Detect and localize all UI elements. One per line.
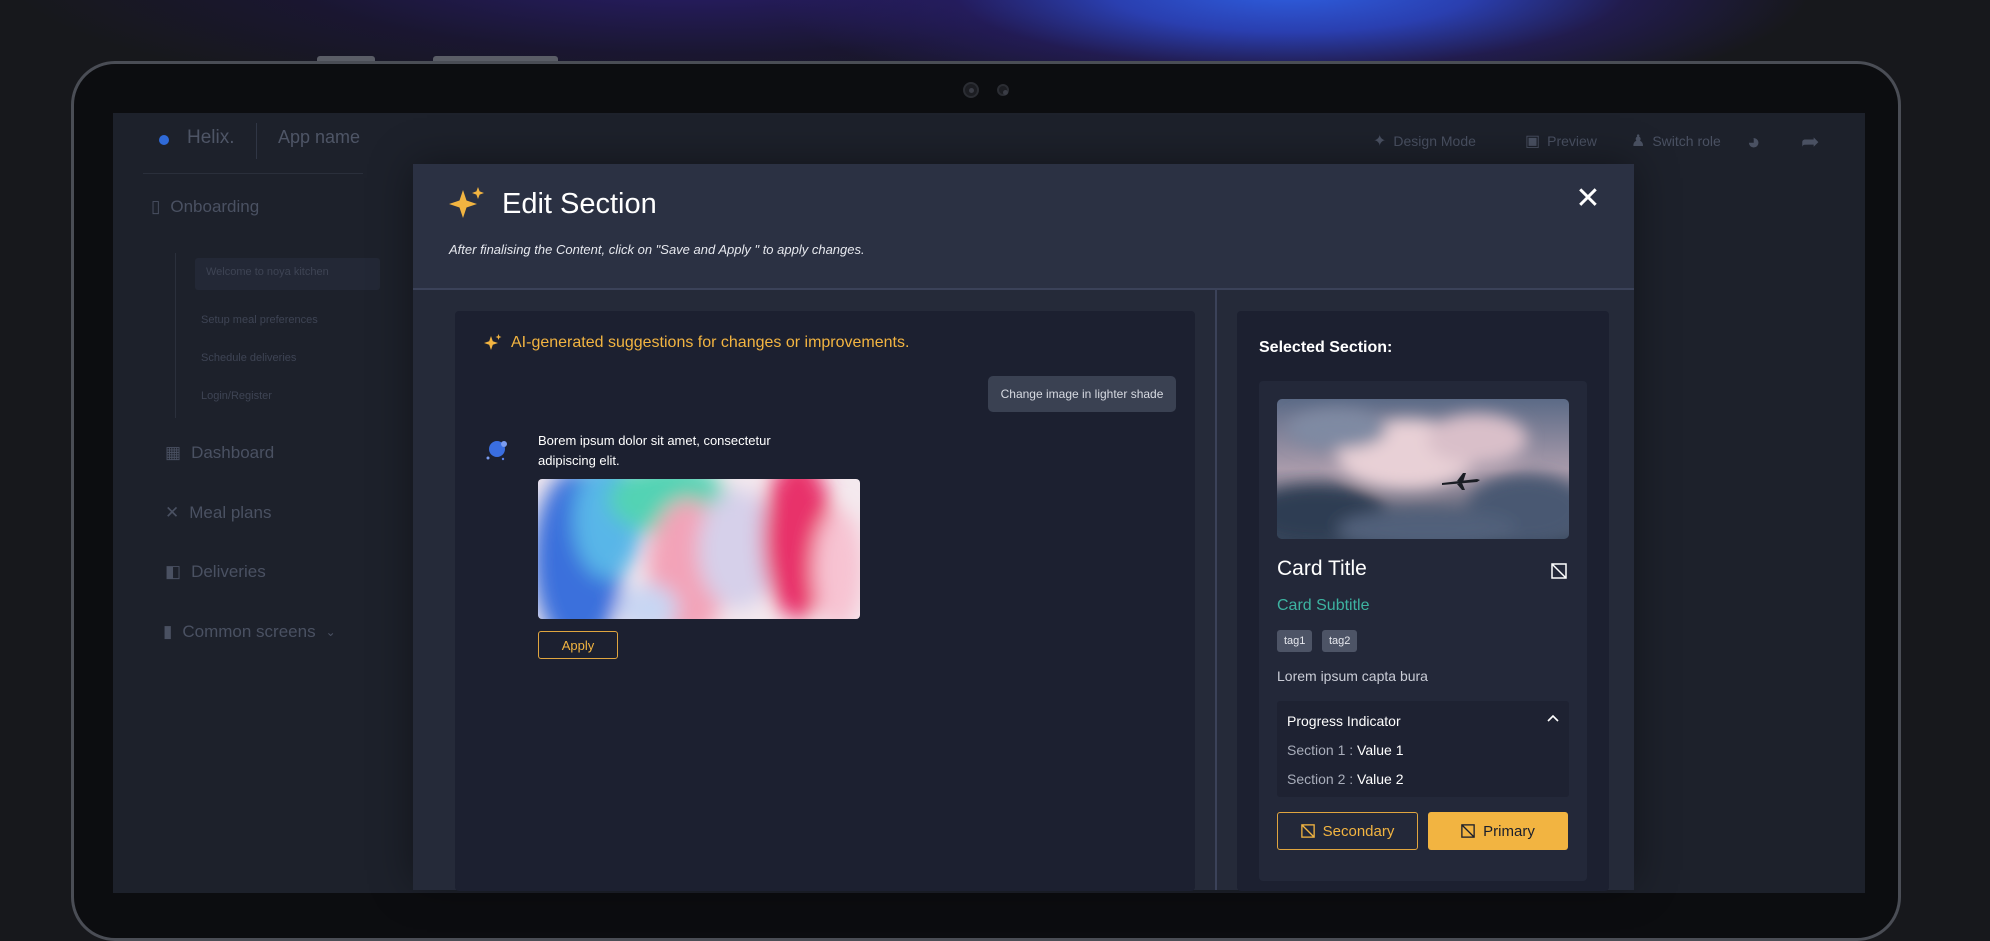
progress-row: Section 1 : Value 1 <box>1287 742 1404 758</box>
preview-card: Card Title Card Subtitle tag1 tag2 Lorem… <box>1259 381 1587 881</box>
sidebar-divider <box>143 173 363 174</box>
sidebar-subitem[interactable]: Login/Register <box>201 390 272 402</box>
progress-row-label: Section 1 : <box>1287 742 1358 758</box>
share-icon: ➦ <box>1801 129 1820 154</box>
design-mode-button[interactable]: ✦ Design Mode <box>1373 131 1476 151</box>
utensils-icon: ✕ <box>165 503 180 522</box>
page-icon: ▯ <box>151 197 161 216</box>
palette-icon: ◕ <box>1747 129 1761 154</box>
progress-row-value: Value 2 <box>1357 771 1404 787</box>
grid-icon: ▦ <box>165 443 182 462</box>
close-icon[interactable]: ✕ <box>1573 184 1603 214</box>
card-image <box>1277 399 1569 539</box>
app-name[interactable]: App name <box>278 127 360 148</box>
sparkle-icon: ✦ <box>1373 133 1387 150</box>
sidebar-item-label: Onboarding <box>170 197 260 216</box>
modal-column-divider <box>1215 290 1217 890</box>
suggestions-panel: AI-generated suggestions for changes or … <box>455 311 1195 891</box>
design-mode-label: Design Mode <box>1393 133 1476 149</box>
primary-button-label: Primary <box>1483 822 1535 840</box>
sidebar-item-label: Deliveries <box>191 562 266 581</box>
progress-indicator[interactable]: Progress Indicator Section 1 : Value 1 S… <box>1277 701 1569 797</box>
selected-section-label: Selected Section: <box>1259 339 1393 356</box>
card-body-text: Lorem ipsum capta bura <box>1277 668 1428 684</box>
apply-button[interactable]: Apply <box>538 631 618 659</box>
tag-badge: tag1 <box>1277 630 1313 652</box>
placeholder-icon <box>1461 824 1475 838</box>
sensor-icon <box>997 84 1009 96</box>
secondary-button[interactable]: Secondary <box>1277 812 1418 850</box>
sidebar-item-deliveries[interactable]: ◧ Deliveries <box>165 562 266 582</box>
brand-name: Helix. <box>187 127 235 148</box>
screens-icon: ▮ <box>163 622 173 641</box>
card-subtitle: Card Subtitle <box>1277 597 1370 614</box>
switch-role-label: Switch role <box>1652 133 1721 149</box>
progress-row-label: Section 2 : <box>1287 771 1358 787</box>
header-divider <box>256 123 257 159</box>
suggestions-heading-text: AI-generated suggestions for changes or … <box>511 334 910 351</box>
tag-badge: tag2 <box>1322 630 1358 652</box>
modal-title: Edit Section <box>502 188 657 220</box>
sidebar-item-onboarding[interactable]: ▯ Onboarding <box>151 197 259 217</box>
sidebar-tree-guide <box>175 253 176 418</box>
suggestions-heading: AI-generated suggestions for changes or … <box>483 333 909 353</box>
preview-button[interactable]: ▣ Preview <box>1525 131 1597 151</box>
truck-icon: ◧ <box>165 562 182 581</box>
placeholder-icon <box>1300 824 1315 838</box>
sidebar-subitem[interactable]: Schedule deliveries <box>201 352 296 364</box>
preview-label: Preview <box>1547 133 1597 149</box>
sidebar-item-common-screens[interactable]: ▮ Common screens ⌄ <box>163 622 336 642</box>
sidebar-item-label: Dashboard <box>191 443 275 462</box>
selected-section-panel: Selected Section: Card Title Card Subtit… <box>1237 311 1609 891</box>
progress-title: Progress Indicator <box>1287 713 1401 729</box>
sidebar-subitem[interactable]: Welcome to noya kitchen <box>206 266 329 278</box>
progress-row: Section 2 : Value 2 <box>1287 771 1404 787</box>
chevron-down-icon: ⌄ <box>325 625 336 639</box>
brand-logo-icon <box>159 135 169 145</box>
bot-message: Borem ipsum dolor sit amet, consectetur … <box>538 433 771 468</box>
user-message-chip: Change image in lighter shade <box>988 376 1176 412</box>
share-button[interactable]: ➦ <box>1801 129 1819 155</box>
sparkle-icon <box>449 187 484 218</box>
palette-button[interactable]: ◕ <box>1747 129 1760 155</box>
suggested-image <box>538 479 860 619</box>
edit-section-modal: Edit Section ✕ After finalising the Cont… <box>413 164 1634 891</box>
switch-role-button[interactable]: ♟ Switch role <box>1631 131 1721 151</box>
user-icon: ♟ <box>1631 133 1646 150</box>
preview-icon: ▣ <box>1525 133 1541 150</box>
card-title: Card Title <box>1277 557 1367 580</box>
sidebar-subitem[interactable]: Setup meal preferences <box>201 314 318 326</box>
primary-button[interactable]: Primary <box>1428 812 1568 850</box>
camera-icon <box>963 82 979 98</box>
chevron-up-icon[interactable] <box>1545 711 1561 727</box>
modal-description: After finalising the Content, click on "… <box>449 242 865 257</box>
placeholder-icon <box>1551 563 1567 579</box>
sidebar-item-dashboard[interactable]: ▦ Dashboard <box>165 443 274 463</box>
ai-bot-icon <box>486 441 507 461</box>
secondary-button-label: Secondary <box>1322 822 1395 840</box>
sidebar-item-meal-plans[interactable]: ✕ Meal plans <box>165 503 271 523</box>
sidebar-item-label: Meal plans <box>189 503 272 522</box>
progress-row-value: Value 1 <box>1357 742 1404 758</box>
sidebar-item-label: Common screens <box>182 622 316 641</box>
sparkle-icon <box>484 334 502 350</box>
